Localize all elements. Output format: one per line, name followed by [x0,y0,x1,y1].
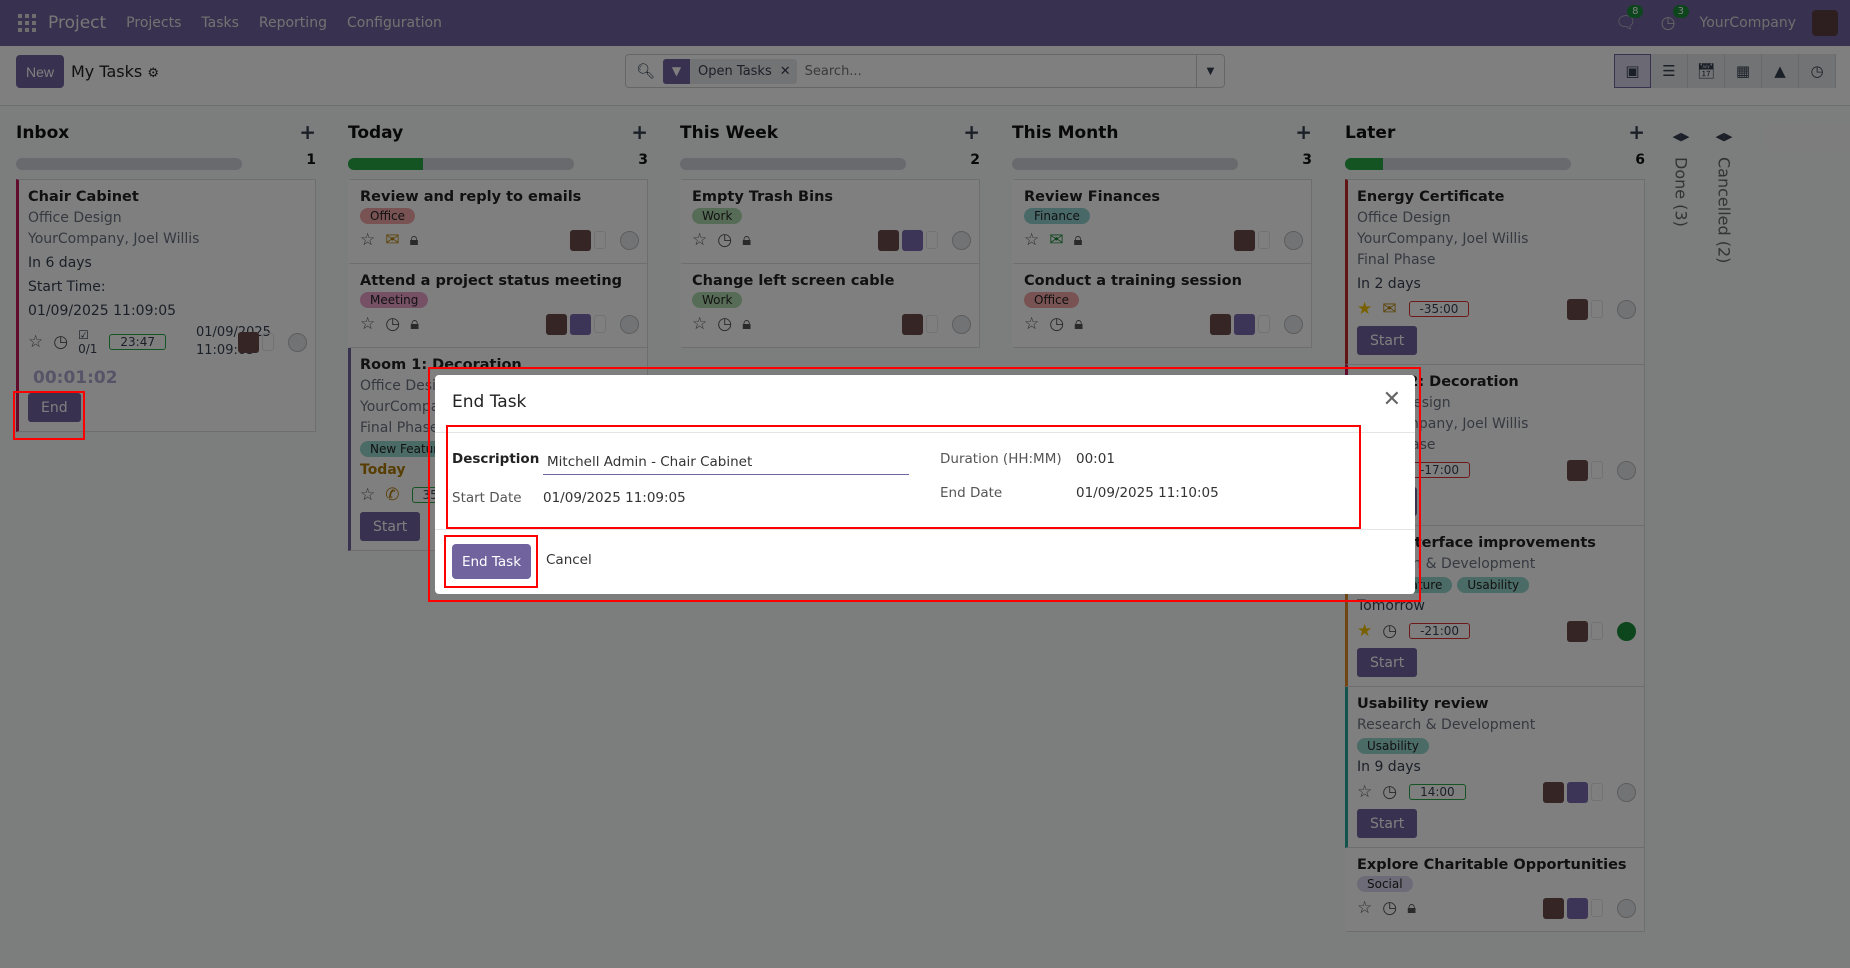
highlight-end-task-button [444,535,538,588]
highlight-end-button [13,391,85,440]
highlight-form [446,425,1361,529]
